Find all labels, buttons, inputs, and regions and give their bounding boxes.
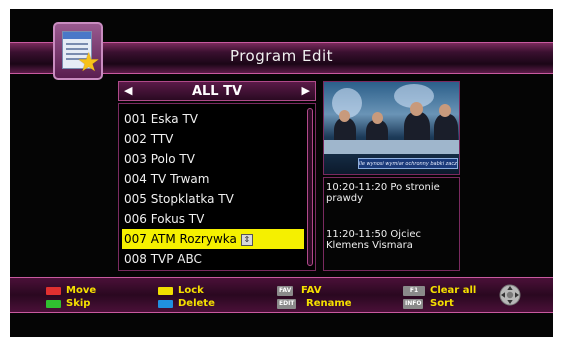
info-key-icon: INFO: [403, 299, 424, 309]
arrow-right-icon[interactable]: ▶: [302, 84, 310, 97]
navigation-pad-icon: [499, 284, 521, 306]
channel-row[interactable]: 006 Fokus TV: [122, 209, 304, 229]
video-preview: Ile wynosi wymiar ochronny babki zacz...…: [323, 81, 460, 175]
red-key-icon: [46, 287, 61, 295]
yellow-key-icon: [158, 287, 173, 295]
scrollbar[interactable]: [307, 108, 313, 266]
channel-row[interactable]: 005 Stopklatka TV: [122, 189, 304, 209]
f1-key-icon: F1: [403, 286, 425, 296]
channel-row[interactable]: 002 TTV: [122, 129, 304, 149]
fav-key-icon: FAV: [277, 286, 294, 296]
blue-key-icon: [158, 300, 173, 308]
channel-group-title: ALL TV: [191, 84, 243, 99]
tv-screen: Program Edit ★ ◀ ALL TV ▶ 001 Eska TV 00…: [10, 9, 553, 337]
move-updown-icon: ⇕: [240, 233, 253, 246]
channel-row[interactable]: 003 Polo TV: [122, 149, 304, 169]
edit-key-icon: EDIT: [277, 299, 297, 309]
epg-event: 10:20-11:20 Po stronie prawdy: [326, 182, 440, 204]
channel-row[interactable]: 004 TV Trwam: [122, 169, 304, 189]
star-icon: ★: [77, 48, 101, 78]
channel-row[interactable]: 001 Eska TV: [122, 109, 304, 129]
preview-caption: Ile wynosi wymiar ochronny babki zacz...…: [358, 158, 458, 169]
channel-group-selector[interactable]: ◀ ALL TV ▶: [118, 81, 316, 101]
channel-list[interactable]: 001 Eska TV 002 TTV 003 Polo TV 004 TV T…: [118, 103, 316, 271]
channel-row[interactable]: 008 TVP ABC: [122, 249, 304, 269]
program-edit-icon: ★: [53, 22, 103, 80]
channel-row-selected[interactable]: 007 ATM Rozrywka ⇕: [122, 229, 304, 249]
epg-panel: 10:20-11:20 Po stronie prawdy 11:20-11:5…: [323, 177, 460, 271]
epg-event: 11:20-11:50 Ojciec Klemens Vismara: [326, 229, 421, 251]
green-key-icon: [46, 300, 61, 308]
